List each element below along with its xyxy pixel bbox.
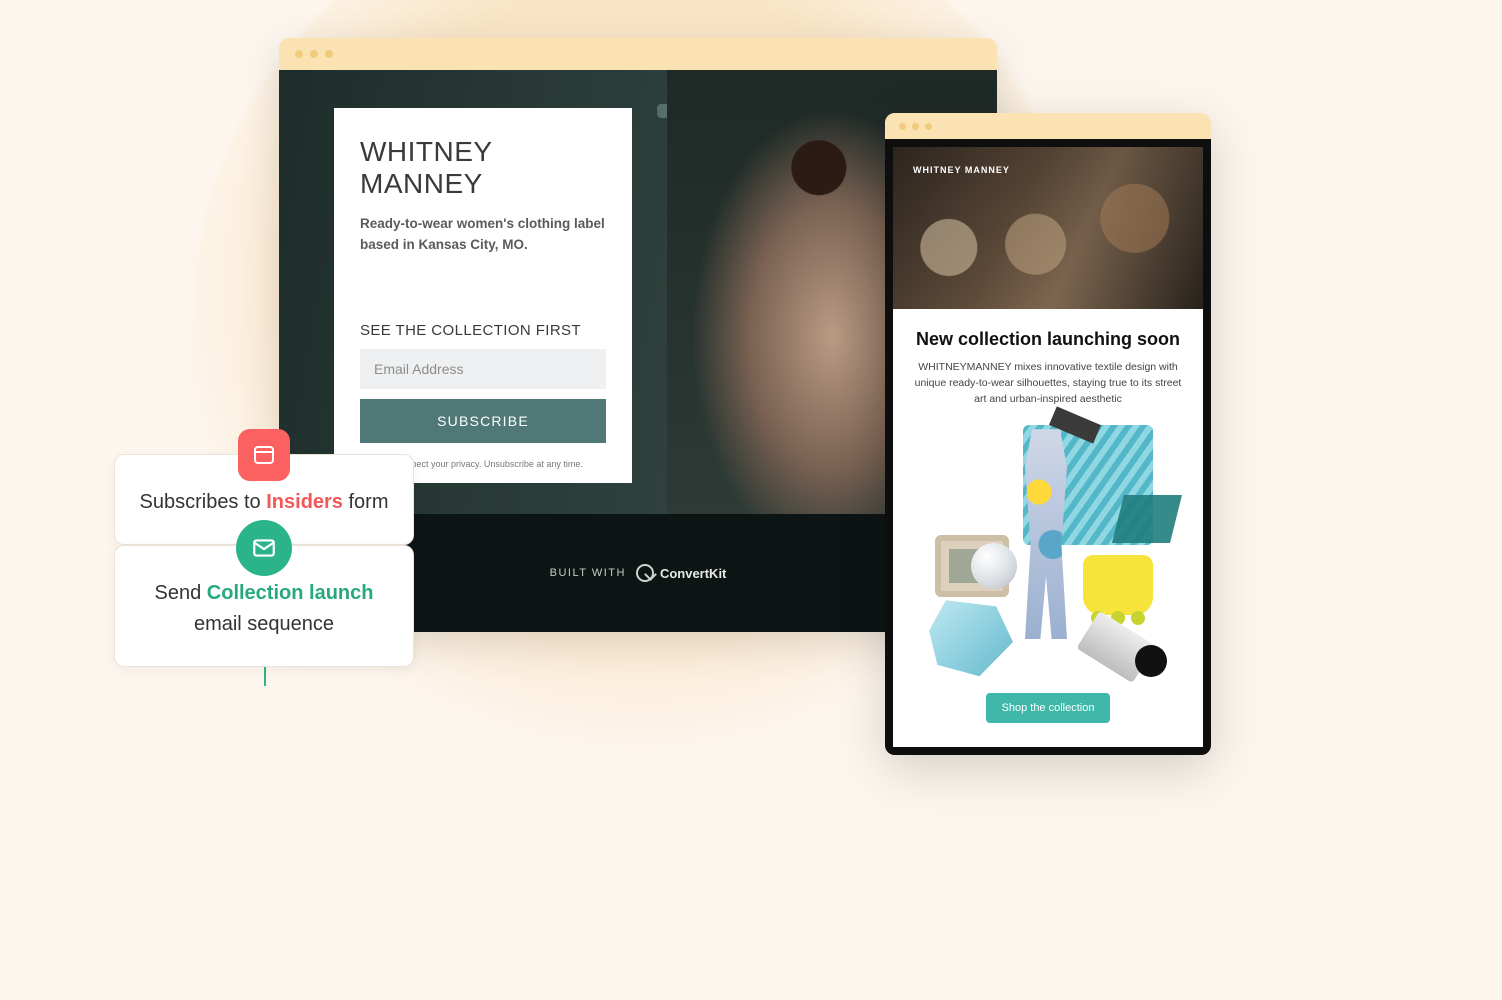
roller-skate-icon: [1083, 555, 1153, 615]
automation-flow: Subscribes to Insiders form Send Collect…: [114, 454, 414, 667]
traffic-light-min-icon: [310, 50, 318, 58]
window-title-bar: [279, 38, 997, 70]
traffic-light-close-icon: [295, 50, 303, 58]
email-headline: New collection launching soon: [911, 329, 1185, 350]
email-collage-image: [933, 425, 1163, 675]
traffic-light-max-icon: [325, 50, 333, 58]
crystal-icon: [929, 600, 1013, 676]
paint-swatch-icon: [1112, 495, 1182, 543]
traffic-light-max-icon: [925, 123, 932, 130]
email-body: New collection launching soon WHITNEYMAN…: [885, 309, 1211, 755]
automation-step-send-email[interactable]: Send Collection launch email sequence: [114, 545, 414, 667]
envelope-icon: [251, 535, 277, 561]
email-preview-window: WHITNEY MANNEY New collection launching …: [885, 113, 1211, 755]
email-hero-image: WHITNEY MANNEY: [885, 139, 1211, 309]
email-title-bar: [885, 113, 1211, 139]
brand-title: WHITNEY MANNEY: [360, 136, 606, 200]
email-paragraph: WHITNEYMANNEY mixes innovative textile d…: [911, 360, 1185, 407]
step2-pre: Send: [155, 582, 207, 604]
email-badge: [236, 520, 292, 576]
step1-highlight: Insiders: [266, 491, 343, 513]
browser-window-icon: [252, 443, 276, 467]
step1-post: form: [343, 491, 389, 513]
step2-highlight: Collection launch: [207, 582, 374, 604]
traffic-light-min-icon: [912, 123, 919, 130]
built-with-label: BUILT WITH: [550, 567, 626, 579]
email-field[interactable]: [360, 349, 606, 389]
form-badge: [238, 429, 290, 481]
form-heading: SEE THE COLLECTION FIRST: [360, 322, 606, 339]
shop-collection-button[interactable]: Shop the collection: [986, 693, 1111, 723]
step1-pre: Subscribes to: [140, 491, 267, 513]
convertkit-mark-icon: [636, 564, 654, 582]
email-brand-label: WHITNEY MANNEY: [913, 165, 1010, 175]
convertkit-logo: ConvertKit: [636, 564, 726, 582]
glass-orb-icon: [971, 543, 1017, 589]
round-badge-icon: [1135, 645, 1167, 677]
subscribe-button[interactable]: SUBSCRIBE: [360, 399, 606, 443]
convertkit-wordmark: ConvertKit: [660, 566, 726, 581]
signup-card: WHITNEY MANNEY Ready-to-wear women's clo…: [334, 108, 632, 483]
brand-tagline: Ready-to-wear women's clothing label bas…: [360, 214, 606, 256]
step2-post: email sequence: [194, 613, 334, 635]
traffic-light-close-icon: [899, 123, 906, 130]
